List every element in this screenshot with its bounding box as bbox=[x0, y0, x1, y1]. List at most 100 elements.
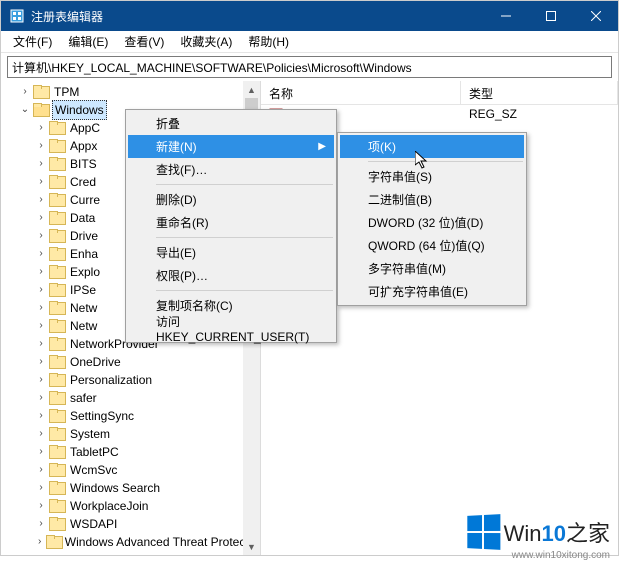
expand-icon[interactable]: › bbox=[33, 191, 49, 209]
ctx-delete[interactable]: 删除(D) bbox=[128, 188, 334, 211]
expand-icon[interactable]: › bbox=[33, 227, 49, 245]
expand-icon[interactable]: › bbox=[17, 83, 33, 101]
separator bbox=[156, 237, 333, 238]
expand-icon[interactable]: › bbox=[33, 245, 49, 263]
tree-node[interactable]: ›SettingSync bbox=[1, 407, 260, 425]
folder-icon bbox=[49, 247, 65, 261]
tree-node[interactable]: › WorkplaceJoin bbox=[1, 497, 260, 515]
address-path: 计算机\HKEY_LOCAL_MACHINE\SOFTWARE\Policies… bbox=[12, 59, 412, 76]
tree-node[interactable]: ›WcmSvc bbox=[1, 461, 260, 479]
folder-icon bbox=[49, 193, 65, 207]
minimize-button[interactable] bbox=[483, 1, 528, 31]
tree-node[interactable]: ›Windows Advanced Threat Protectio bbox=[1, 533, 260, 551]
close-button[interactable] bbox=[573, 1, 618, 31]
menu-edit[interactable]: 编辑(E) bbox=[60, 31, 116, 52]
scroll-down-button[interactable]: ▼ bbox=[243, 538, 260, 555]
expand-icon[interactable]: › bbox=[33, 515, 49, 533]
expand-icon[interactable]: › bbox=[33, 263, 49, 281]
folder-icon bbox=[49, 157, 65, 171]
expand-icon[interactable]: › bbox=[33, 533, 46, 551]
expand-icon[interactable]: › bbox=[33, 209, 49, 227]
ctx-new-multistring[interactable]: 多字符串值(M) bbox=[340, 257, 524, 280]
menu-help[interactable]: 帮助(H) bbox=[240, 31, 297, 52]
tree-node-label: TabletPC bbox=[68, 443, 121, 461]
folder-icon bbox=[49, 445, 65, 459]
tree-node-label: Windows bbox=[52, 100, 107, 120]
maximize-button[interactable] bbox=[528, 1, 573, 31]
ctx-find[interactable]: 查找(F)… bbox=[128, 158, 334, 181]
expand-icon[interactable]: › bbox=[33, 479, 49, 497]
tree-node-label: Drive bbox=[68, 227, 100, 245]
folder-icon bbox=[33, 103, 49, 117]
tree-node-label: WorkplaceJoin bbox=[68, 497, 150, 515]
tree-node[interactable]: ›Windows Search bbox=[1, 479, 260, 497]
folder-icon bbox=[49, 211, 65, 225]
titlebar: 注册表编辑器 bbox=[1, 1, 618, 31]
expand-icon[interactable]: › bbox=[33, 389, 49, 407]
windows-logo-icon bbox=[467, 514, 500, 550]
folder-icon bbox=[49, 409, 65, 423]
context-menu: 折叠 新建(N)▶ 查找(F)… 删除(D) 重命名(R) 导出(E) 权限(P… bbox=[125, 109, 337, 343]
expand-icon[interactable]: › bbox=[33, 137, 49, 155]
tree-node[interactable]: › System bbox=[1, 425, 260, 443]
tree-node[interactable]: ›safer bbox=[1, 389, 260, 407]
menu-view[interactable]: 查看(V) bbox=[116, 31, 172, 52]
ctx-permissions[interactable]: 权限(P)… bbox=[128, 264, 334, 287]
column-name[interactable]: 名称 bbox=[261, 81, 461, 104]
folder-icon bbox=[49, 517, 65, 531]
expand-icon[interactable]: › bbox=[33, 281, 49, 299]
folder-icon bbox=[49, 301, 65, 315]
column-type[interactable]: 类型 bbox=[461, 81, 618, 104]
tree-node-label: System bbox=[68, 425, 112, 443]
folder-icon bbox=[49, 427, 65, 441]
expand-icon[interactable]: › bbox=[33, 119, 49, 137]
folder-icon bbox=[49, 229, 65, 243]
ctx-new-dword[interactable]: DWORD (32 位)值(D) bbox=[340, 211, 524, 234]
folder-icon bbox=[49, 373, 65, 387]
menu-file[interactable]: 文件(F) bbox=[5, 31, 60, 52]
ctx-new-key[interactable]: 项(K) bbox=[340, 135, 524, 158]
collapse-icon[interactable]: ⌄ bbox=[17, 101, 33, 119]
ctx-new-qword[interactable]: QWORD (64 位)值(Q) bbox=[340, 234, 524, 257]
tree-node[interactable]: › OneDrive bbox=[1, 353, 260, 371]
tree-node[interactable]: ›WSDAPI bbox=[1, 515, 260, 533]
tree-node-label: Data bbox=[68, 209, 97, 227]
ctx-rename[interactable]: 重命名(R) bbox=[128, 211, 334, 234]
tree-node-label: OneDrive bbox=[68, 353, 123, 371]
folder-icon bbox=[49, 481, 65, 495]
watermark-text: Win bbox=[504, 521, 542, 546]
expand-icon[interactable]: › bbox=[33, 299, 49, 317]
tree-node-label: Personalization bbox=[68, 371, 154, 389]
expand-icon[interactable]: › bbox=[33, 425, 49, 443]
tree-node[interactable]: › TabletPC bbox=[1, 443, 260, 461]
expand-icon[interactable]: › bbox=[33, 461, 49, 479]
menu-favorites[interactable]: 收藏夹(A) bbox=[172, 31, 240, 52]
ctx-export[interactable]: 导出(E) bbox=[128, 241, 334, 264]
menubar: 文件(F) 编辑(E) 查看(V) 收藏夹(A) 帮助(H) bbox=[1, 31, 618, 53]
expand-icon[interactable]: › bbox=[33, 407, 49, 425]
tree-node-label: TPM bbox=[52, 83, 81, 101]
expand-icon[interactable]: › bbox=[33, 371, 49, 389]
expand-icon[interactable]: › bbox=[33, 353, 49, 371]
ctx-new-binary[interactable]: 二进制值(B) bbox=[340, 188, 524, 211]
folder-icon bbox=[49, 499, 65, 513]
folder-icon bbox=[49, 319, 65, 333]
expand-icon[interactable]: › bbox=[33, 443, 49, 461]
expand-icon[interactable]: › bbox=[33, 173, 49, 191]
ctx-new[interactable]: 新建(N)▶ bbox=[128, 135, 334, 158]
window-title: 注册表编辑器 bbox=[31, 8, 483, 25]
expand-icon[interactable]: › bbox=[33, 497, 49, 515]
ctx-collapse[interactable]: 折叠 bbox=[128, 112, 334, 135]
folder-icon bbox=[49, 283, 65, 297]
scroll-up-button[interactable]: ▲ bbox=[243, 81, 260, 98]
folder-icon bbox=[49, 139, 65, 153]
ctx-new-string[interactable]: 字符串值(S) bbox=[340, 165, 524, 188]
tree-node[interactable]: › TPM bbox=[1, 83, 260, 101]
ctx-new-expandstring[interactable]: 可扩充字符串值(E) bbox=[340, 280, 524, 303]
expand-icon[interactable]: › bbox=[33, 317, 49, 335]
expand-icon[interactable]: › bbox=[33, 335, 49, 353]
address-bar[interactable]: 计算机\HKEY_LOCAL_MACHINE\SOFTWARE\Policies… bbox=[7, 56, 612, 78]
ctx-goto-hkcu[interactable]: 访问 HKEY_CURRENT_USER(T) bbox=[128, 317, 334, 340]
tree-node[interactable]: › Personalization bbox=[1, 371, 260, 389]
expand-icon[interactable]: › bbox=[33, 155, 49, 173]
